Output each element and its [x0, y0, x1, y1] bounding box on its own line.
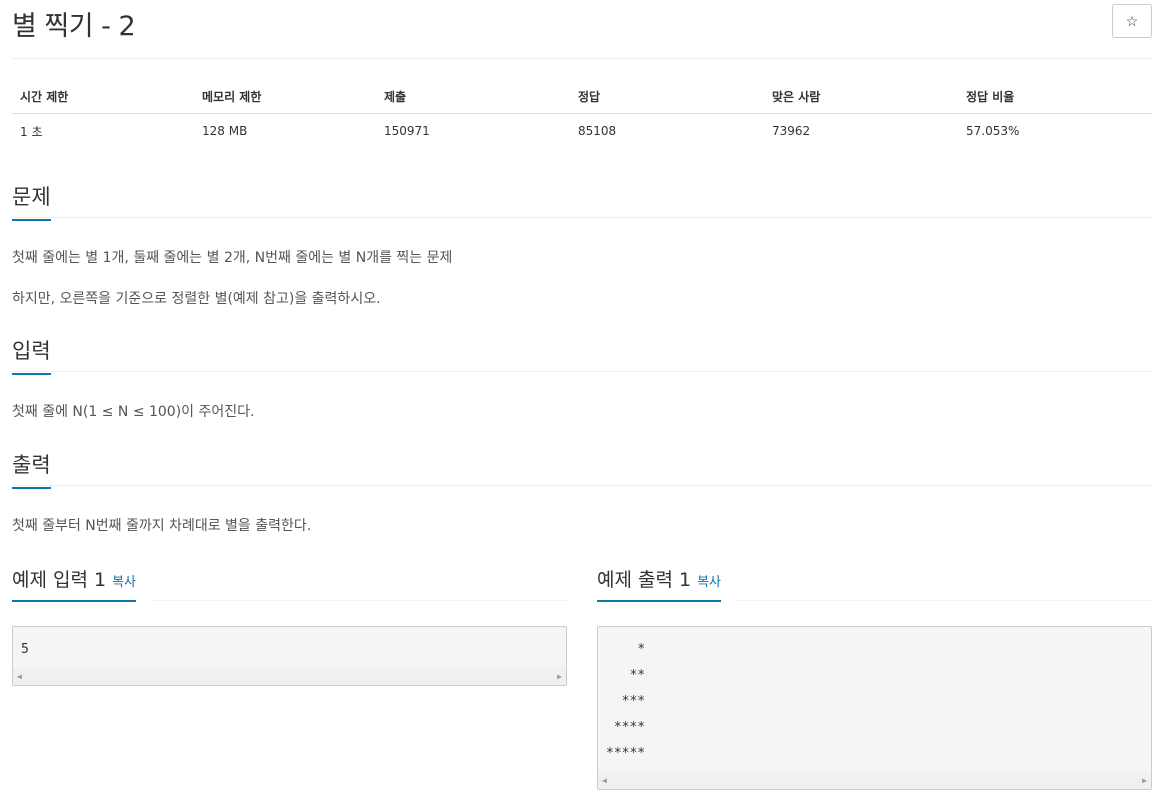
problem-description-line: 첫째 줄에는 별 1개, 둘째 줄에는 별 2개, N번째 줄에는 별 N개를 … [12, 250, 453, 266]
scroll-right-arrow-icon[interactable]: ▶ [1142, 776, 1147, 785]
info-header-accepted: 정답 [570, 80, 764, 114]
input-section-divider [12, 371, 1152, 372]
info-value-memory-limit: 128 MB [202, 124, 248, 139]
output-description-line: 첫째 줄부터 N번째 줄까지 차례대로 별을 출력한다. [12, 518, 312, 534]
scroll-left-arrow-icon[interactable]: ◀ [17, 672, 22, 681]
info-header-time-limit: 시간 제한 [12, 80, 194, 114]
scroll-right-arrow-icon[interactable]: ▶ [557, 672, 562, 681]
favorite-star-button[interactable]: ☆ [1112, 4, 1152, 38]
sample-output-content: * ** *** **** ***** [606, 642, 646, 761]
problem-section-heading: 문제 [12, 181, 51, 221]
page-title: 별 찍기 - 2 [12, 11, 136, 42]
info-value-accepted: 85108 [578, 124, 617, 139]
info-value-solved-users: 73962 [772, 124, 811, 139]
output-section-divider [12, 485, 1152, 486]
info-header-row: 시간 제한 메모리 제한 제출 정답 맞은 사람 정답 비율 [12, 80, 1152, 114]
sample-output-heading: 예제 출력 1 복사 [597, 565, 722, 602]
info-header-memory-limit: 메모리 제한 [194, 80, 376, 114]
sample-input-content: 5 [21, 642, 29, 657]
problem-info-table: 시간 제한 메모리 제한 제출 정답 맞은 사람 정답 비율 1 초 128 M… [12, 80, 1152, 149]
star-icon: ☆ [1125, 12, 1139, 29]
problem-description-line: 하지만, 오른쪽을 기준으로 정렬한 별(예제 참고)을 출력하시오. [12, 291, 381, 307]
sample-output-title: 예제 출력 1 [597, 569, 692, 591]
info-value-accept-ratio: 57.053% [966, 124, 1020, 139]
info-value-time-limit: 1 초 [20, 124, 43, 139]
input-description-line: 첫째 줄에 N(1 ≤ N ≤ 100)이 주어진다. [12, 404, 255, 420]
sample-input-title: 예제 입력 1 [12, 569, 107, 591]
sample-output-box[interactable]: * ** *** **** ***** ◀ ▶ [597, 626, 1152, 790]
scroll-left-arrow-icon[interactable]: ◀ [602, 776, 607, 785]
horizontal-scrollbar[interactable]: ◀ ▶ [598, 772, 1151, 789]
info-header-submissions: 제출 [376, 80, 570, 114]
horizontal-scrollbar[interactable]: ◀ ▶ [13, 668, 566, 685]
copy-sample-input-link[interactable]: 복사 [112, 575, 136, 590]
info-value-submissions: 150971 [384, 124, 430, 139]
info-value-row: 1 초 128 MB 150971 85108 73962 57.053% [12, 113, 1152, 149]
info-header-accept-ratio: 정답 비율 [958, 80, 1152, 114]
sample-output-divider [735, 600, 1152, 601]
input-section-heading: 입력 [12, 335, 51, 375]
problem-section-divider [12, 217, 1152, 218]
copy-sample-output-link[interactable]: 복사 [697, 575, 721, 590]
sample-input-box[interactable]: 5 ◀ ▶ [12, 626, 567, 686]
info-header-solved-users: 맞은 사람 [764, 80, 958, 114]
sample-input-heading: 예제 입력 1 복사 [12, 565, 137, 602]
sample-input-divider [150, 600, 567, 601]
output-section-heading: 출력 [12, 449, 51, 489]
title-divider [12, 58, 1152, 59]
